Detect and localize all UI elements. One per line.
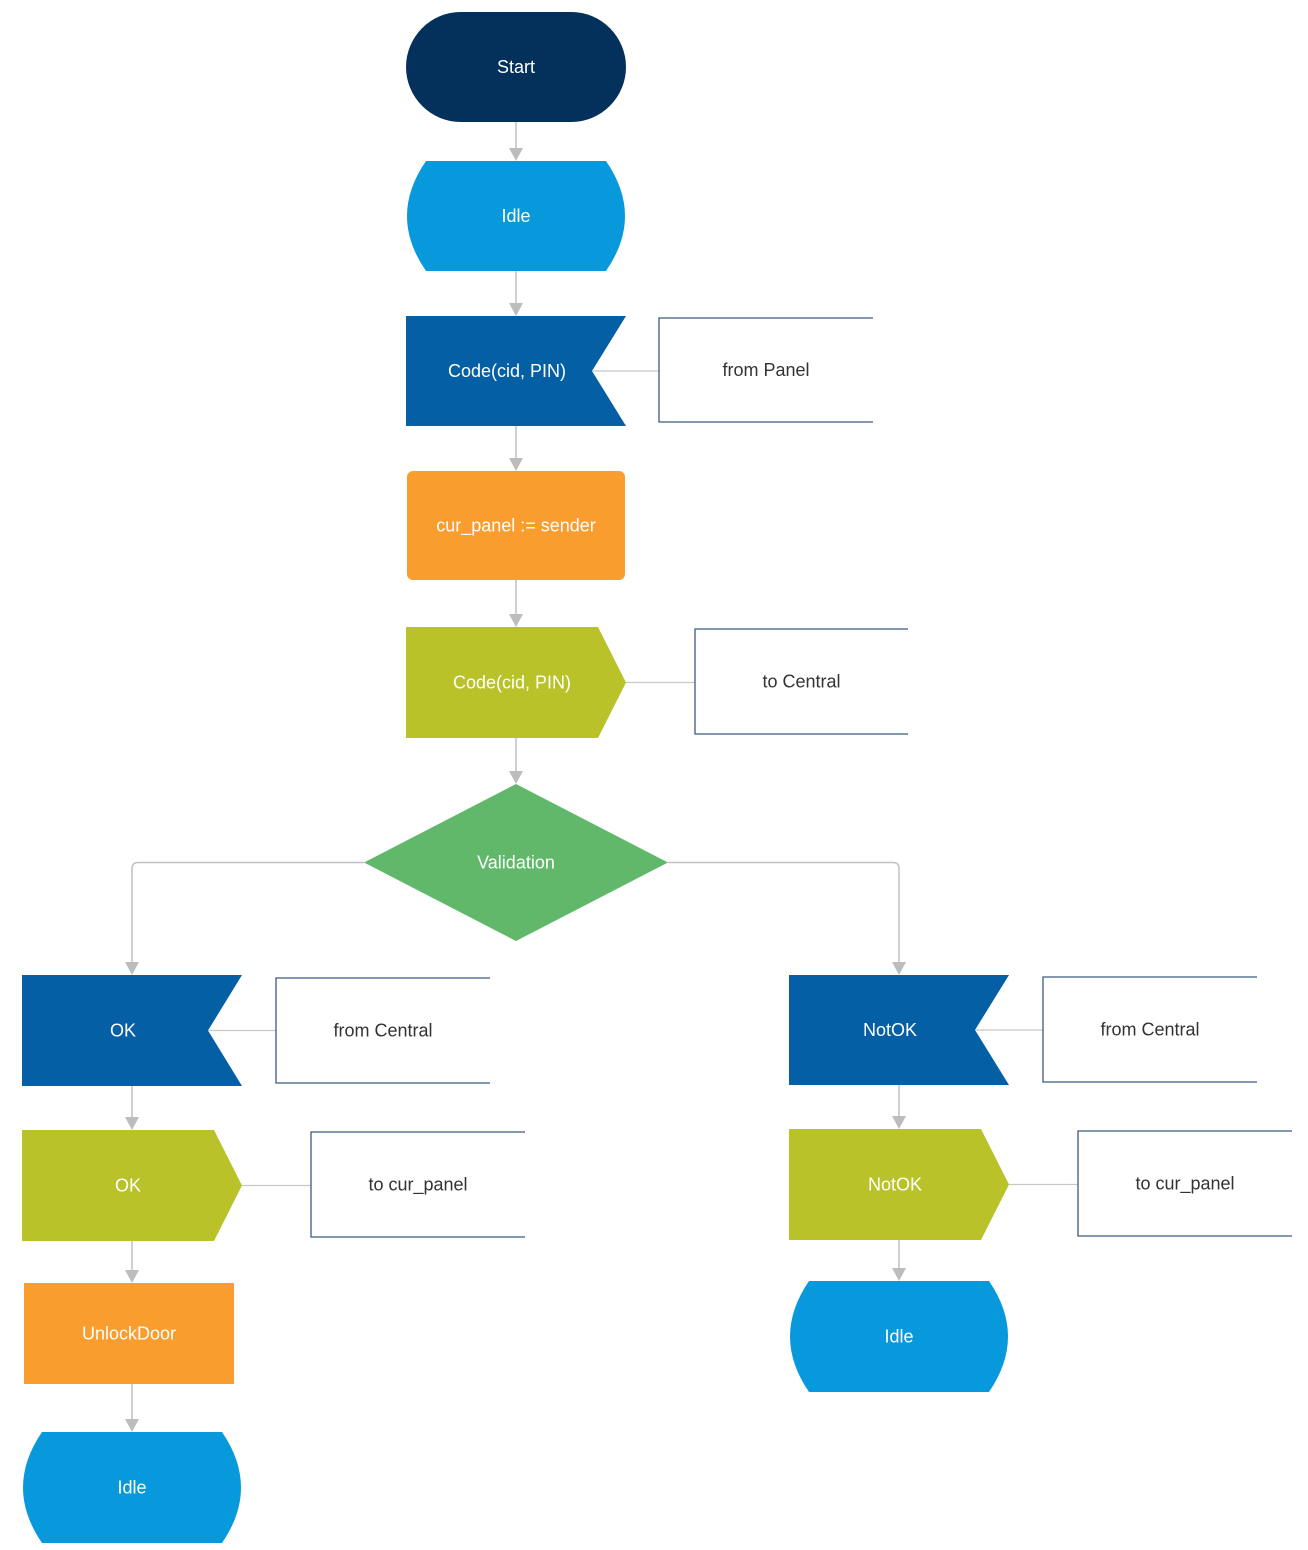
node-idle2[interactable]: Idle bbox=[23, 1432, 241, 1543]
node-validation[interactable]: Validation bbox=[364, 784, 668, 941]
node-label: cur_panel := sender bbox=[436, 516, 596, 537]
edge-notok_out-to-idle3 bbox=[892, 1240, 906, 1281]
comment-notok_in: from Central bbox=[975, 976, 1257, 1083]
comment-code_in: from Panel bbox=[592, 317, 873, 423]
comment-label: to cur_panel bbox=[1135, 1174, 1234, 1195]
node-label: Validation bbox=[477, 853, 555, 873]
node-notok_out[interactable]: NotOK bbox=[789, 1129, 1009, 1240]
node-label: NotOK bbox=[868, 1175, 922, 1195]
edge-idle1-to-code_in bbox=[509, 271, 523, 316]
arrowhead-icon bbox=[125, 1419, 139, 1432]
arrowhead-icon bbox=[509, 303, 523, 316]
edge-notok_in-to-notok_out bbox=[892, 1085, 906, 1129]
arrowhead-icon bbox=[509, 771, 523, 784]
node-idle1[interactable]: Idle bbox=[407, 161, 625, 271]
comment-ok_out: to cur_panel bbox=[242, 1131, 525, 1238]
arrowhead-icon bbox=[892, 962, 906, 975]
node-ok_out[interactable]: OK bbox=[22, 1130, 242, 1241]
node-label: Code(cid, PIN) bbox=[453, 673, 571, 693]
comment-notok_out: to cur_panel bbox=[1009, 1130, 1292, 1237]
edge-start-to-idle1 bbox=[509, 122, 523, 161]
comment-label: from Central bbox=[333, 1021, 432, 1041]
node-label: NotOK bbox=[863, 1020, 917, 1040]
edge-assign-to-code_out bbox=[509, 580, 523, 627]
nodes-layer: Start Idle Code(cid, PIN) from Panel cur_pan… bbox=[22, 12, 1292, 1543]
arrowhead-icon bbox=[892, 1268, 906, 1281]
arrowhead-icon bbox=[125, 962, 139, 975]
arrowhead-icon bbox=[125, 1270, 139, 1283]
node-label: Code(cid, PIN) bbox=[448, 361, 566, 381]
node-start[interactable]: Start bbox=[406, 12, 626, 122]
edge-ok_in-to-ok_out bbox=[125, 1086, 139, 1130]
node-label: OK bbox=[110, 1021, 136, 1041]
node-label: Idle bbox=[884, 1327, 913, 1347]
edge-unlock-to-idle2 bbox=[125, 1384, 139, 1432]
node-unlock[interactable]: UnlockDoor bbox=[24, 1283, 234, 1384]
arrowhead-icon bbox=[509, 614, 523, 627]
comment-label: from Panel bbox=[722, 360, 809, 380]
arrowhead-icon bbox=[125, 1117, 139, 1130]
arrowhead-icon bbox=[892, 1116, 906, 1129]
node-label: Start bbox=[497, 57, 535, 77]
edge-code_in-to-assign bbox=[509, 426, 523, 471]
node-label: UnlockDoor bbox=[82, 1324, 176, 1344]
edge-code_out-to-validation bbox=[509, 738, 523, 784]
edge-validation-to-notok_in bbox=[668, 861, 906, 975]
edge-validation-to-ok_in bbox=[125, 861, 364, 975]
flowchart-canvas: Start Idle Code(cid, PIN) from Panel cur_pan… bbox=[22, 12, 1292, 1543]
comment-ok_in: from Central bbox=[208, 977, 490, 1084]
arrowhead-icon bbox=[509, 148, 523, 161]
comment-label: to cur_panel bbox=[368, 1175, 467, 1196]
node-label: OK bbox=[115, 1176, 141, 1196]
comment-label: from Central bbox=[1100, 1020, 1199, 1040]
node-idle3[interactable]: Idle bbox=[790, 1281, 1008, 1392]
node-label: Idle bbox=[501, 206, 530, 226]
edge-ok_out-to-unlock bbox=[125, 1241, 139, 1283]
comment-code_out: to Central bbox=[626, 628, 908, 735]
node-code_out[interactable]: Code(cid, PIN) bbox=[406, 627, 626, 738]
node-assign[interactable]: cur_panel := sender bbox=[407, 471, 625, 580]
comment-label: to Central bbox=[762, 672, 840, 692]
node-label: Idle bbox=[117, 1478, 146, 1498]
arrowhead-icon bbox=[509, 458, 523, 471]
